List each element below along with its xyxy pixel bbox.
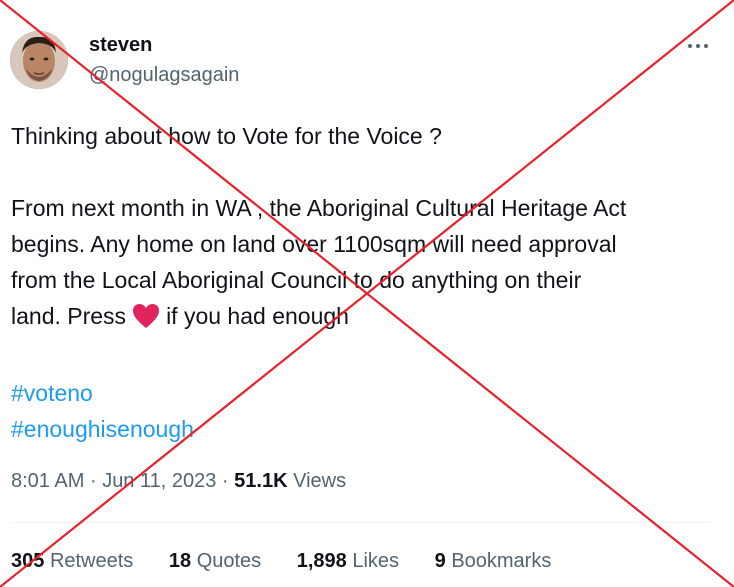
heart-icon <box>132 303 160 339</box>
tweet-line: Thinking about how to Vote for the Voice… <box>11 123 442 149</box>
separator-dot: · <box>221 470 229 492</box>
tweet-line: from the Local Aboriginal Council to do … <box>11 267 582 293</box>
quotes-stat[interactable]: 18 Quotes <box>169 550 261 572</box>
retweets-label: Retweets <box>49 550 134 572</box>
bookmarks-label: Bookmarks <box>451 550 552 572</box>
more-options-button[interactable] <box>682 30 714 62</box>
views-count: 51.1K <box>234 470 288 492</box>
hashtag-link[interactable]: #voteno <box>11 375 721 411</box>
quotes-count: 18 <box>168 550 192 572</box>
quotes-label: Quotes <box>196 550 262 572</box>
retweets-stat[interactable]: 305 Retweets <box>11 550 133 572</box>
likes-stat[interactable]: 1,898 Likes <box>297 550 399 572</box>
tweet-text-before-heart: land. Press <box>11 303 127 329</box>
engagement-stats: 305 Retweets 18 Quotes 1,898 Likes 9 Boo… <box>11 550 581 573</box>
separator-dot: · <box>89 470 97 492</box>
more-horizontal-icon <box>688 44 692 48</box>
avatar[interactable] <box>10 31 68 89</box>
tweet-text: Thinking about how to Vote for the Voice… <box>11 118 721 447</box>
tweet-meta: 8:01 AM · Jun 11, 2023 · 51.1K Views <box>11 470 346 493</box>
tweet-line: begins. Any home on land over 1100sqm wi… <box>11 231 617 257</box>
hashtag-link[interactable]: #enoughisenough <box>11 411 721 447</box>
divider <box>11 522 711 523</box>
tweet-time[interactable]: 8:01 AM <box>11 470 84 492</box>
more-horizontal-icon-dot <box>704 44 708 48</box>
profile-photo <box>10 31 68 89</box>
bookmarks-count: 9 <box>434 550 446 572</box>
author-name[interactable]: steven <box>89 34 152 57</box>
bookmarks-stat[interactable]: 9 Bookmarks <box>435 550 552 572</box>
more-horizontal-icon-dot <box>696 44 700 48</box>
tweet-text-after-heart: if you had enough <box>166 303 349 329</box>
author-handle[interactable]: @nogulagsagain <box>89 64 239 87</box>
tweet-date[interactable]: Jun 11, 2023 <box>102 470 216 492</box>
views-label: Views <box>293 470 347 492</box>
retweets-count: 305 <box>11 550 45 572</box>
tweet-line: From next month in WA , the Aboriginal C… <box>11 195 627 221</box>
tweet-line-last: land. Press if you had enough <box>11 298 721 339</box>
likes-count: 1,898 <box>296 550 347 572</box>
likes-label: Likes <box>352 550 400 572</box>
